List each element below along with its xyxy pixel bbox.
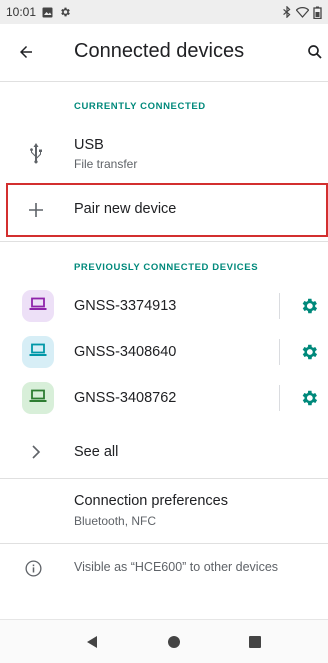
device-row[interactable]: GNSS-3408640 xyxy=(0,330,328,374)
status-time: 10:01 xyxy=(6,5,37,19)
connected-devices-screen: 10:01 Connected devices CURRENTLY CONNEC… xyxy=(0,0,328,663)
battery-icon xyxy=(313,6,322,19)
wifi-icon xyxy=(296,6,309,18)
device-badge xyxy=(22,382,54,414)
app-bar-divider xyxy=(0,81,328,82)
device-name: GNSS-3408640 xyxy=(74,344,177,360)
visibility-info-row: Visible as “HCE600” to other devices xyxy=(0,548,328,588)
device-row[interactable]: GNSS-3374913 xyxy=(0,284,328,328)
system-nav-bar xyxy=(0,619,328,663)
bluetooth-icon xyxy=(282,6,292,18)
connection-preferences-row[interactable]: Connection preferences Bluetooth, NFC xyxy=(0,484,328,540)
chevron-right-icon xyxy=(26,442,46,462)
section-header-previously-connected: PREVIOUSLY CONNECTED DEVICES xyxy=(74,262,259,273)
home-circle-icon[interactable] xyxy=(162,630,186,654)
highlight-box xyxy=(6,183,328,237)
device-badge xyxy=(22,336,54,368)
device-settings-gear-icon[interactable] xyxy=(297,294,321,318)
see-all-row[interactable]: See all xyxy=(0,430,328,474)
status-bar: 10:01 xyxy=(0,0,328,24)
section-divider-1 xyxy=(0,241,328,242)
page-title: Connected devices xyxy=(74,40,245,62)
usb-subtitle: File transfer xyxy=(74,157,138,171)
vertical-separator xyxy=(279,339,280,365)
device-settings-gear-icon[interactable] xyxy=(297,340,321,364)
section-divider-2 xyxy=(0,478,328,479)
search-icon[interactable] xyxy=(302,38,328,66)
usb-connection-row[interactable]: USB File transfer xyxy=(0,128,328,182)
gear-icon xyxy=(59,6,71,18)
laptop-icon xyxy=(29,297,47,316)
laptop-icon xyxy=(29,389,47,408)
device-name: GNSS-3408762 xyxy=(74,390,177,406)
vertical-separator xyxy=(279,293,280,319)
device-settings-gear-icon[interactable] xyxy=(297,386,321,410)
usb-title: USB xyxy=(74,137,104,153)
recents-square-icon[interactable] xyxy=(243,630,267,654)
usb-icon xyxy=(24,141,48,165)
notification-image-icon xyxy=(42,7,53,18)
section-header-currently-connected: CURRENTLY CONNECTED xyxy=(74,101,206,112)
laptop-icon xyxy=(29,343,47,362)
arrow-back-icon[interactable] xyxy=(12,38,40,66)
section-divider-3 xyxy=(0,543,328,544)
device-badge xyxy=(22,290,54,322)
see-all-label: See all xyxy=(74,444,119,460)
back-triangle-icon[interactable] xyxy=(80,630,104,654)
visibility-info-text: Visible as “HCE600” to other devices xyxy=(74,560,279,574)
connection-preferences-subtitle: Bluetooth, NFC xyxy=(74,514,157,528)
connection-preferences-title: Connection preferences xyxy=(74,493,228,509)
app-bar: Connected devices xyxy=(0,24,328,80)
vertical-separator xyxy=(279,385,280,411)
info-icon xyxy=(23,558,43,578)
device-row[interactable]: GNSS-3408762 xyxy=(0,376,328,420)
device-name: GNSS-3374913 xyxy=(74,298,177,314)
